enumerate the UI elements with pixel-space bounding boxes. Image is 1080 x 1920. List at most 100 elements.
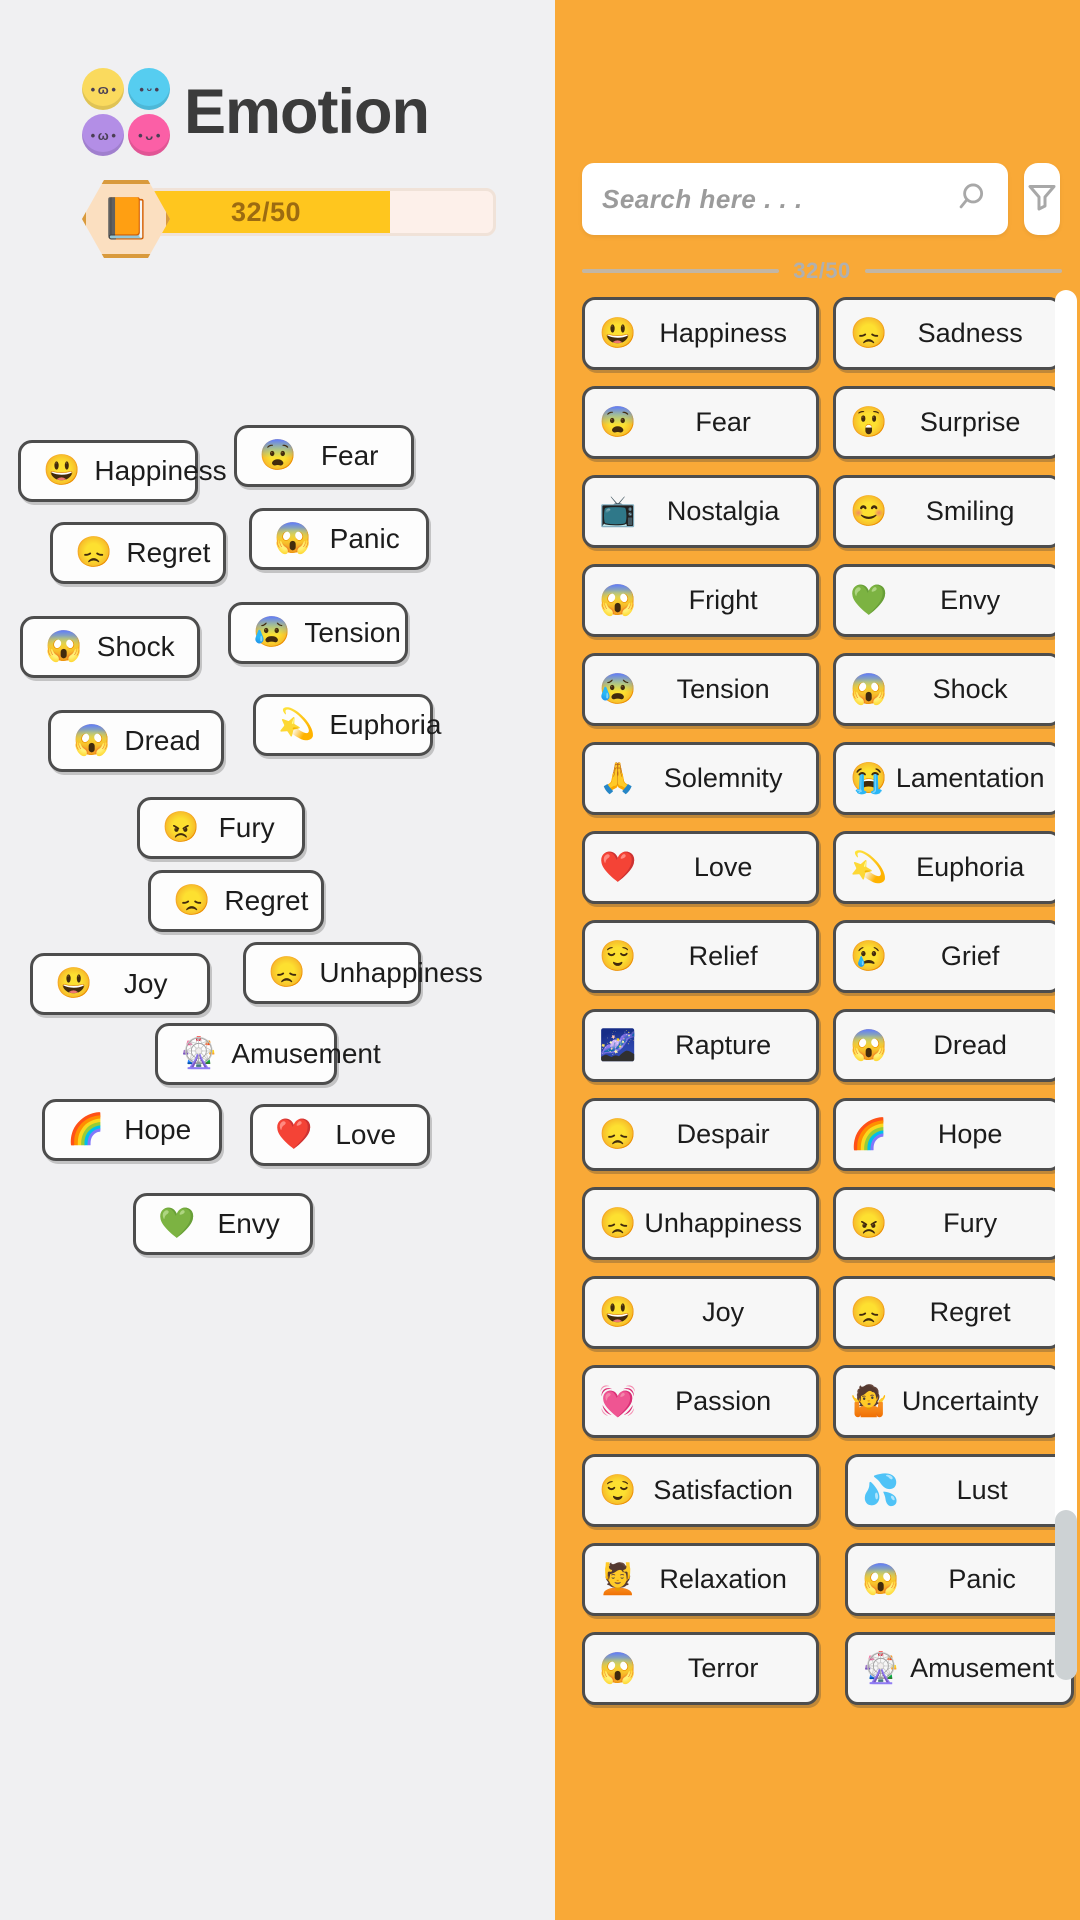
happy-face-yellow-icon: • ɷ • [82,68,124,110]
search-box[interactable] [582,163,1008,235]
word-list-item-label: Hope [937,1119,1003,1149]
scatter-word-chip[interactable]: 🌈 Hope [42,1099,222,1161]
scatter-word-label: Shock [96,631,175,662]
filter-button[interactable] [1024,163,1060,235]
emotion-emoji-icon: 😊 [849,494,888,528]
progress-bar: 32/50 [146,188,496,236]
word-list-item[interactable]: 🌌 Rapture [582,1009,819,1082]
word-list-item-label: Unhappiness [644,1208,802,1238]
word-list-item[interactable]: 😞 Sadness [832,297,1062,370]
scatter-word-chip[interactable]: 😱 Shock [20,616,200,678]
scatter-word-label: Panic [329,523,400,554]
word-list-item[interactable]: 😲 Surprise [832,386,1062,459]
emotion-emoji-icon: 😱 [599,583,637,617]
word-list-item[interactable]: 😞 Unhappiness [582,1187,819,1260]
scrollbar[interactable] [1055,290,1077,1680]
word-list-item[interactable]: 😞 Despair [582,1098,819,1171]
word-list-item[interactable]: 😃 Happiness [582,297,819,370]
word-list-item[interactable]: 💫 Euphoria [832,831,1062,904]
scatter-word-chip[interactable]: 😃 Happiness [18,440,227,502]
word-list-item-label: Love [693,852,753,882]
emotion-emoji-icon: 🎡 [180,1037,218,1070]
emotion-emoji-icon: 😃 [55,967,93,1000]
emotion-emoji-icon: 😰 [599,672,637,706]
scatter-word-chip[interactable]: 😞 Unhappiness [243,942,483,1004]
right-panel: 32/50 😃 Happiness 😞 Sadness 😨 Fear 😲 Surprise 📺 N… [555,0,1080,1920]
emotion-emoji-icon: 😱 [73,724,111,757]
search-input[interactable] [602,183,954,215]
word-list-item-label: Panic [948,1564,1016,1594]
word-list-item-label: Despair [676,1119,770,1149]
word-list-item-label: Relief [688,941,758,971]
scatter-word-chip[interactable]: 😞 Regret [50,522,226,584]
word-list-item[interactable]: ❤️ Love [582,831,819,904]
word-list-item[interactable]: 💓 Passion [582,1365,819,1438]
scatter-word-chip[interactable]: 😞 Regret [148,870,324,932]
scatter-word-chip[interactable]: 😨 Fear [234,425,414,487]
scatter-word-chip[interactable]: 😱 Panic [249,508,429,570]
word-list-item[interactable]: 😞 Regret [832,1276,1062,1349]
scatter-word-chip[interactable]: 😠 Fury [137,797,305,859]
scatter-word-label: Hope [124,1114,192,1145]
word-list-item[interactable]: 😱 Terror [582,1632,819,1705]
emotion-emoji-icon: ❤️ [275,1118,313,1151]
word-list-item-label: Lust [956,1475,1008,1505]
word-list-item[interactable]: 😃 Joy [582,1276,819,1349]
scatter-word-chip[interactable]: 🎡 Amusement [155,1023,381,1085]
word-list-item[interactable]: 😱 Dread [832,1009,1062,1082]
word-list-item-label: Happiness [659,318,787,348]
word-list-item[interactable]: 🙏 Solemnity [582,742,819,815]
word-list-item[interactable]: 😭 Lamentation [832,742,1062,815]
scatter-word-chip[interactable]: 😰 Tension [228,602,408,664]
search-icon[interactable] [954,180,988,219]
scatter-word-label: Regret [224,885,309,916]
scrollbar-thumb[interactable] [1055,1510,1077,1680]
scatter-word-chip[interactable]: 💫 Euphoria [253,694,441,756]
divider-count-label: 32/50 [793,258,851,283]
emotion-emoji-icon: 😞 [849,316,888,350]
word-list-item[interactable]: 🌈 Hope [832,1098,1062,1171]
word-list-item[interactable]: 😱 Panic [844,1543,1074,1616]
scatter-word-chip[interactable]: 😃 Joy [30,953,210,1015]
word-list-item[interactable]: 😢 Grief [832,920,1062,993]
word-list-item[interactable]: 😌 Satisfaction [582,1454,819,1527]
word-list-item[interactable]: 🤷 Uncertainty [832,1365,1062,1438]
word-list-item[interactable]: 🎡 Amusement [844,1632,1074,1705]
word-list-item[interactable]: 💚 Envy [832,564,1062,637]
word-list-item[interactable]: 😠 Fury [832,1187,1062,1260]
word-list-item-label: Fury [943,1208,998,1238]
scatter-word-label: Love [335,1119,397,1150]
word-list-item[interactable]: 😊 Smiling [832,475,1062,548]
scatter-word-label: Unhappiness [319,957,483,988]
emotion-emoji-icon: 😭 [849,761,888,795]
scatter-word-label: Tension [304,617,401,648]
word-list-item-label: Uncertainty [901,1386,1039,1416]
scatter-word-label: Fury [218,812,275,843]
word-list-item[interactable]: 📺 Nostalgia [582,475,819,548]
word-list-item[interactable]: 💆 Relaxation [582,1543,819,1616]
scatter-word-label: Joy [123,968,168,999]
scatter-word-chip[interactable]: 😱 Dread [48,710,224,772]
emotion-emoji-icon: 📺 [599,494,637,528]
count-divider: 32/50 [582,258,1062,284]
word-list-item[interactable]: 😌 Relief [582,920,819,993]
word-list-item-label: Fear [695,407,751,437]
word-list-item-label: Envy [940,585,1001,615]
word-list-item[interactable]: 😨 Fear [582,386,819,459]
emotion-emoji-icon: 😢 [849,939,888,973]
scatter-word-chip[interactable]: ❤️ Love [250,1104,430,1166]
word-list-item[interactable]: 😱 Fright [582,564,819,637]
word-list-item-label: Surprise [919,407,1021,437]
emotion-emoji-icon: 😱 [861,1562,900,1596]
emotion-emoji-icon: 🎡 [861,1651,900,1685]
calm-face-cyan-icon: • ᵕ • [128,68,170,110]
emotion-emoji-icon: 💆 [599,1562,637,1596]
word-list-item[interactable]: 😰 Tension [582,653,819,726]
scatter-word-label: Regret [126,537,211,568]
emotion-emoji-icon: 😨 [599,405,637,439]
word-list-item[interactable]: 💦 Lust [844,1454,1074,1527]
scatter-word-chip[interactable]: 💚 Envy [133,1193,313,1255]
divider-line-left [582,269,780,273]
word-list-item[interactable]: 😱 Shock [832,653,1062,726]
emotion-emoji-icon: 😨 [259,439,297,472]
